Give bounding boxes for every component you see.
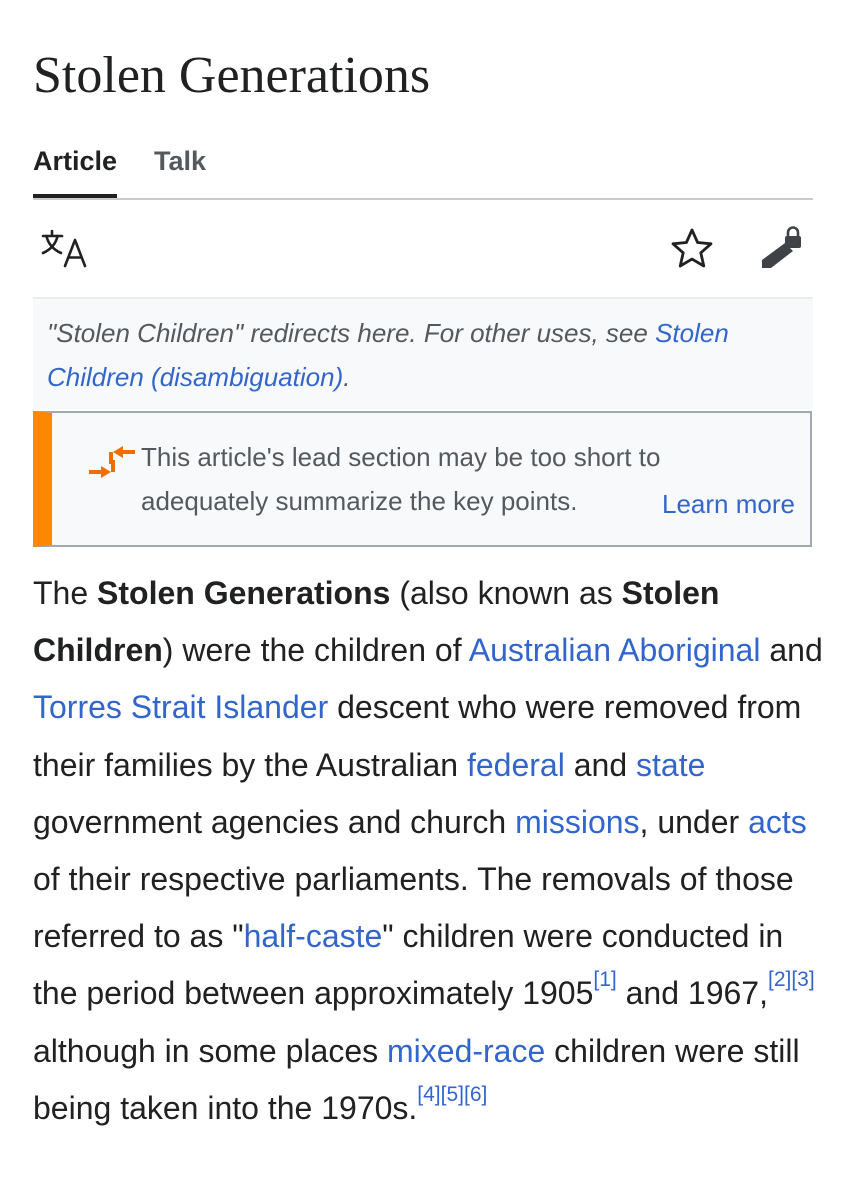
- hatnote-text: "Stolen Children" redirects here. For ot…: [47, 318, 729, 392]
- notice-text: This article's lead section may be too s…: [141, 442, 661, 516]
- citation-link[interactable]: [1]: [593, 968, 616, 991]
- link-mixed-race[interactable]: mixed-race: [387, 1033, 545, 1069]
- translate-icon[interactable]: [41, 229, 89, 269]
- page-title: Stolen Generations: [33, 47, 431, 104]
- citation: [2][3]: [768, 968, 815, 991]
- page-tabs: Article Talk: [33, 138, 813, 200]
- bold-term: Stolen Generations: [97, 575, 391, 611]
- lead-too-short-notice: This article's lead section may be too s…: [33, 411, 812, 547]
- link-half-caste[interactable]: half-caste: [244, 918, 383, 954]
- link-torres-strait-islander[interactable]: Torres Strait Islander: [33, 689, 328, 725]
- link-missions[interactable]: missions: [515, 804, 639, 840]
- learn-more-link[interactable]: Learn more: [662, 486, 795, 522]
- tab-article[interactable]: Article: [33, 144, 118, 198]
- citation-link[interactable]: [2]: [768, 968, 791, 991]
- citation: [1]: [593, 968, 616, 991]
- link-state[interactable]: state: [636, 747, 705, 783]
- citation-link[interactable]: [6]: [464, 1083, 487, 1106]
- citation: [4][5][6]: [417, 1083, 487, 1106]
- merge-arrows-icon: [89, 446, 135, 478]
- citation-link[interactable]: [4]: [417, 1083, 440, 1106]
- link-acts[interactable]: acts: [748, 804, 807, 840]
- citation-link[interactable]: [5]: [441, 1083, 464, 1106]
- link-federal[interactable]: federal: [467, 747, 565, 783]
- lead-paragraph: The Stolen Generations (also known as St…: [33, 575, 823, 1126]
- link-australian-aboriginal[interactable]: Australian Aboriginal: [469, 632, 761, 668]
- citation-link[interactable]: [3]: [791, 968, 814, 991]
- page-actions-toolbar: [33, 199, 813, 299]
- star-icon[interactable]: [670, 227, 714, 269]
- edit-lock-icon[interactable]: [757, 223, 807, 273]
- tab-talk[interactable]: Talk: [154, 144, 206, 178]
- hatnote: "Stolen Children" redirects here. For ot…: [33, 299, 813, 409]
